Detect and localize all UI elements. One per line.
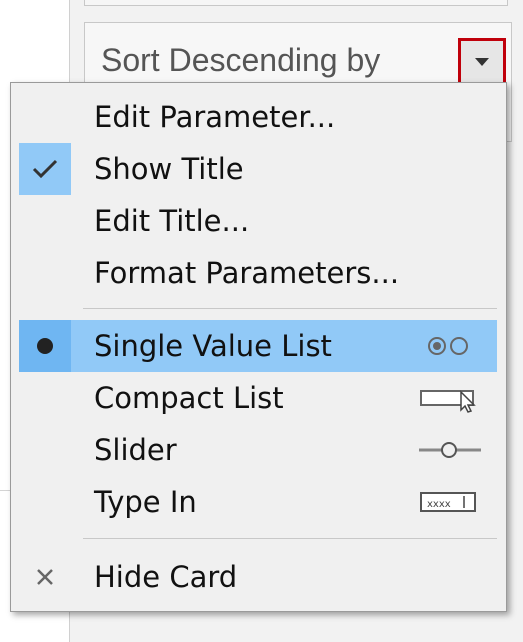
menu-item-label: Format Parameters... xyxy=(94,256,400,290)
menu-item-slider[interactable]: Slider xyxy=(19,424,497,476)
menu-item-label: Compact List xyxy=(94,381,284,415)
card-menu-dropdown-button[interactable] xyxy=(458,38,506,86)
menu-item-label: Slider xyxy=(94,433,177,467)
checkmark-icon xyxy=(19,143,71,195)
radio-buttons-icon xyxy=(419,330,483,362)
menu-item-label: Hide Card xyxy=(94,560,238,594)
slider-icon xyxy=(419,434,483,466)
menu-separator xyxy=(83,538,497,539)
menu-item-label: Edit Title... xyxy=(94,204,250,238)
dropdown-list-icon xyxy=(419,382,483,414)
parameter-card-title: Sort Descending by xyxy=(101,42,381,78)
menu-item-label: Edit Parameter... xyxy=(94,100,336,134)
svg-text:xxxx: xxxx xyxy=(427,499,451,510)
menu-separator xyxy=(83,308,497,309)
bullet-icon xyxy=(19,320,71,372)
menu-item-format-parameters[interactable]: Format Parameters... xyxy=(19,247,497,299)
menu-item-show-title[interactable]: Show Title xyxy=(19,143,497,195)
card-above xyxy=(84,0,508,6)
menu-item-label: Show Title xyxy=(94,152,244,186)
menu-item-single-value-list[interactable]: Single Value List xyxy=(19,320,497,372)
chevron-down-icon xyxy=(475,58,489,66)
menu-item-edit-title[interactable]: Edit Title... xyxy=(19,195,497,247)
menu-item-type-in[interactable]: Type In xxxx xyxy=(19,476,497,528)
text-input-icon: xxxx xyxy=(419,486,483,518)
menu-item-edit-parameter[interactable]: Edit Parameter... xyxy=(19,91,497,143)
menu-item-label: Single Value List xyxy=(94,329,332,363)
context-menu: Edit Parameter... Show Title Edit Title.… xyxy=(10,82,507,612)
close-icon xyxy=(19,551,71,603)
menu-item-hide-card[interactable]: Hide Card xyxy=(19,551,497,603)
menu-item-label: Type In xyxy=(94,485,197,519)
menu-item-compact-list[interactable]: Compact List xyxy=(19,372,497,424)
